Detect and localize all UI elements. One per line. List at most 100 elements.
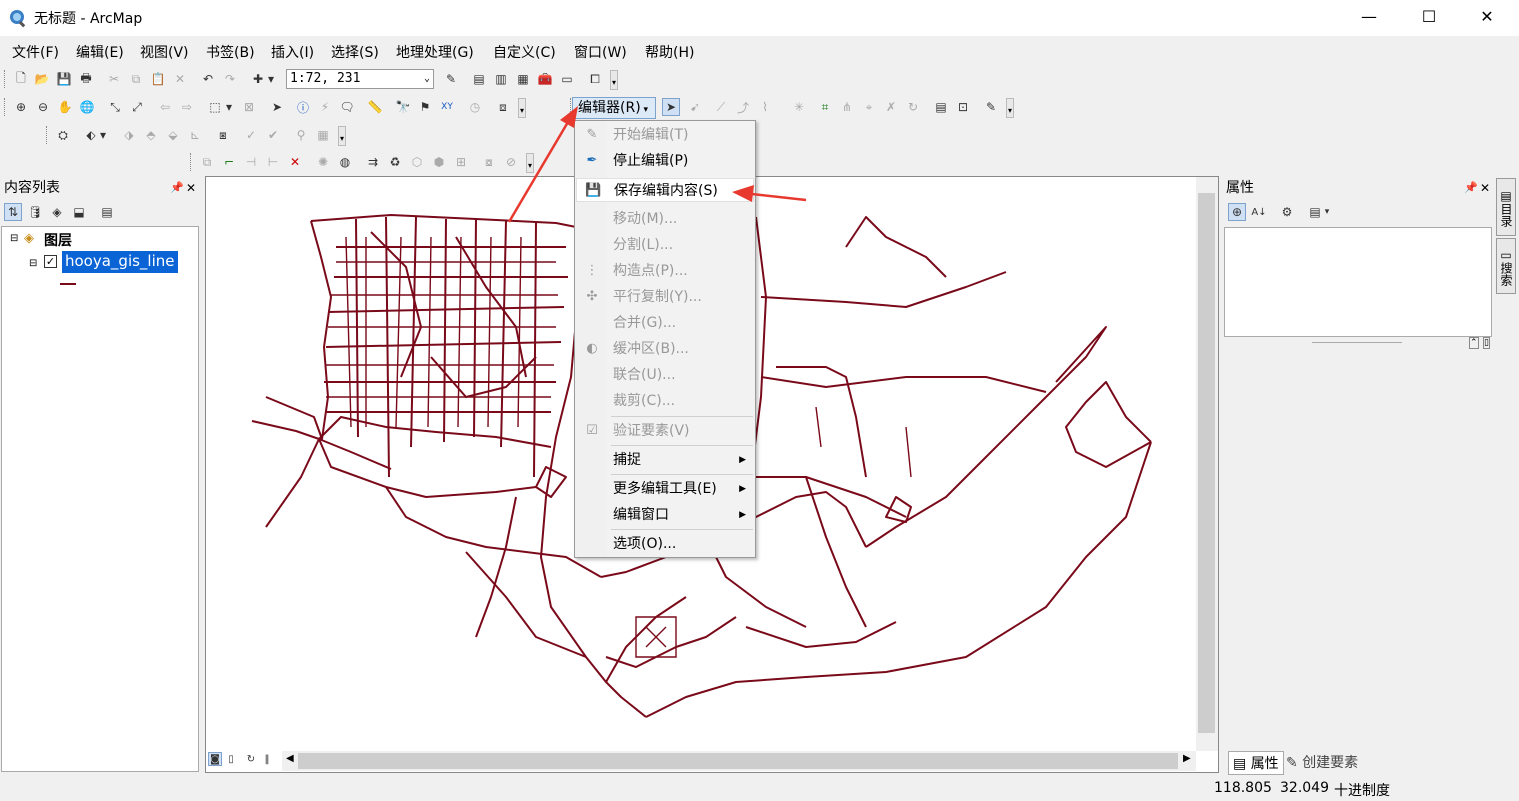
fixed-zoom-in-icon[interactable]: ⤡ [106,98,124,116]
menu-item-editing-windows[interactable]: 编辑窗口 ▶ [576,503,754,527]
menu-selection[interactable]: 选择(S) [331,42,379,62]
menu-item-stop-editing[interactable]: ✒ 停止编辑(P) [576,149,754,173]
menu-item-options[interactable]: 选项(O)... [576,532,754,556]
menu-item-start-editing[interactable]: ✎ 开始编辑(T) [576,123,754,147]
toc-window-icon[interactable]: ▤ [470,70,488,88]
minimize-button[interactable]: — [1346,0,1392,36]
time-slider-icon[interactable]: ◷ [466,98,484,116]
align-to-shape-icon[interactable]: ⇉ [364,153,382,171]
select-features-icon[interactable]: ⬚ [206,98,224,116]
attributes-icon[interactable]: ▤ [932,98,950,116]
toolbar-overflow-icon[interactable]: ▾ [610,70,618,90]
fix-topology-icon[interactable]: ✔ [264,126,282,144]
endpoint-arc-icon[interactable]: ⤴ [734,98,752,116]
edit-tool-icon[interactable]: ➤ [662,98,680,116]
edit-vertices-icon[interactable]: ⌗ [816,98,834,116]
cut-polygons-icon[interactable]: ⌖ [860,98,878,116]
reshape-edge-icon[interactable]: ⬙ [164,126,182,144]
select-dropdown-icon[interactable]: ▾ [224,98,234,116]
tab-catalog[interactable]: ▤目录 [1496,178,1516,236]
paste-icon[interactable]: 📋 [149,70,167,88]
menu-file[interactable]: 文件(F) [12,42,59,62]
align-edge-icon[interactable]: ⊾ [186,126,204,144]
toc-options-icon[interactable]: ▤ [98,203,116,221]
redo-icon[interactable]: ↷ [221,70,239,88]
tab-properties[interactable]: ▤ 属性 [1228,751,1284,775]
menu-item-construct-points[interactable]: ⋮ 构造点(P)... [576,259,754,283]
menu-geoprocessing[interactable]: 地理处理(G) [396,42,474,62]
save-icon[interactable]: 💾 [55,70,73,88]
zoom-in-icon[interactable]: ⊕ [12,98,30,116]
menu-item-save-edits[interactable]: 💾 保存编辑内容(S) [576,178,754,202]
spatial-adjust-icon[interactable]: ⊘ [502,153,520,171]
delete-icon[interactable]: ✕ [171,70,189,88]
add-data-icon[interactable]: ✚ [249,70,267,88]
generalize-icon[interactable]: ◍ [336,153,354,171]
editor-menu-button[interactable]: 编辑器(R) ▾ [572,97,656,119]
menu-item-copy-parallel[interactable]: ✣ 平行复制(Y)... [576,285,754,309]
description-toggle-icon[interactable]: ▯ [1483,337,1490,349]
split-tool-icon[interactable]: ✗ [882,98,900,116]
add-data-dropdown-icon[interactable]: ▾ [266,70,276,88]
menu-bookmarks[interactable]: 书签(B) [206,42,255,62]
toolbar-overflow-icon[interactable]: ▾ [1006,98,1014,118]
expand-icon[interactable]: ⌃ [1469,337,1479,349]
python-window-icon[interactable]: ▭ [558,70,576,88]
options-dropdown-icon[interactable]: ▾ [1322,203,1332,221]
menu-item-split[interactable]: 分割(L)... [576,233,754,257]
refresh-icon[interactable]: ↻ [244,752,258,766]
open-folder-icon[interactable]: 📂 [33,70,51,88]
menu-item-validate-features[interactable]: ☑ 验证要素(V) [576,419,754,443]
menu-item-clip[interactable]: 裁剪(C)... [576,389,754,413]
menu-item-snapping[interactable]: 捕捉 ▶ [576,448,754,472]
cut-icon[interactable]: ✂ [105,70,123,88]
tab-create-features[interactable]: ✎ 创建要素 [1286,752,1358,772]
sketch-properties-icon[interactable]: ⊡ [954,98,972,116]
menu-edit[interactable]: 编辑(E) [76,42,124,62]
maximize-button[interactable]: ☐ [1406,0,1452,36]
map-vertical-scroll-thumb[interactable] [1198,193,1215,733]
error-inspector-icon[interactable]: ⚲ [292,126,310,144]
layer-name[interactable]: hooya_gis_line [62,251,178,273]
forward-extent-icon[interactable]: ⇨ [178,98,196,116]
menu-help[interactable]: 帮助(H) [645,42,694,62]
explode-icon[interactable]: ✺ [314,153,332,171]
toolbar-overflow-icon[interactable]: ▾ [338,126,346,146]
pin-icon[interactable]: 📌 [170,177,184,199]
arctoolbox-icon[interactable]: 🧰 [536,70,554,88]
layout-view-icon[interactable]: ▯ [224,752,238,766]
trace-icon[interactable]: ⌇ [756,98,774,116]
validate-topology-icon[interactable]: ✓ [242,126,260,144]
layer-symbol[interactable] [60,283,76,285]
zoom-out-icon[interactable]: ⊖ [34,98,52,116]
attribute-transfer-icon[interactable]: ⧇ [480,153,498,171]
undo-icon[interactable]: ↶ [199,70,217,88]
properties-grid[interactable] [1224,227,1492,337]
collapse-layer-icon[interactable]: ⊟ [29,258,37,269]
find-icon[interactable]: 🔭 [394,98,412,116]
create-viewer-icon[interactable]: ⧈ [494,98,512,116]
layers-group-label[interactable]: 图层 [44,230,72,250]
line-intersection-icon[interactable]: ✕ [286,153,304,171]
toolbar-grip[interactable] [190,153,193,171]
split-polygons-icon[interactable]: ⬢ [430,153,448,171]
shared-features-icon[interactable]: ⬗ [120,126,138,144]
create-features-icon[interactable]: ✎ [982,98,1000,116]
extend-icon[interactable]: ⊣ [242,153,260,171]
list-by-visibility-icon[interactable]: ◈ [48,203,66,221]
menu-windows[interactable]: 窗口(W) [574,42,627,62]
fillet-icon[interactable]: ⌐ [220,153,238,171]
property-pages-icon[interactable]: ⚙ [1278,203,1296,221]
select-elements-icon[interactable]: ➤ [268,98,286,116]
error-table-icon[interactable]: ▦ [314,126,332,144]
layer-visibility-checkbox[interactable]: ✓ [44,255,57,268]
toolbar-grip[interactable] [4,98,7,116]
topology-error-icon[interactable]: ⧆ [214,126,232,144]
list-by-source-icon[interactable]: 🛢 [26,203,44,221]
construct-polygons-icon[interactable]: ⬡ [408,153,426,171]
scroll-right-icon[interactable]: ▶ [1183,753,1191,764]
menu-item-more-editing-tools[interactable]: 更多编辑工具(E) ▶ [576,477,754,501]
menu-view[interactable]: 视图(V) [140,42,189,62]
close-icon[interactable]: ✕ [1480,177,1490,199]
map-scale-combobox[interactable]: 1:72, 231 ⌄ [286,69,434,89]
